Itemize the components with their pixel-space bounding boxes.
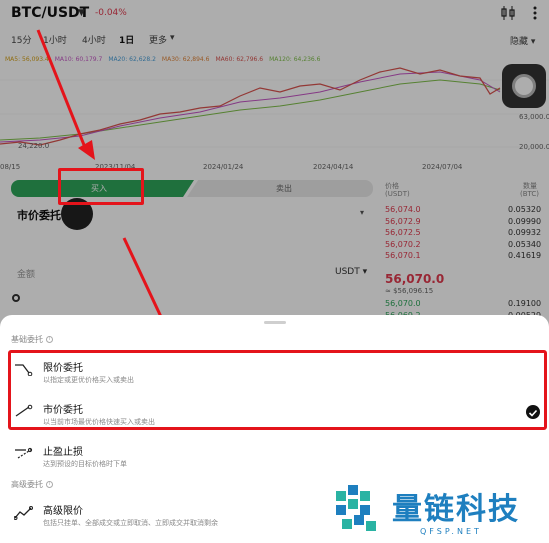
annotation-box-options (8, 350, 547, 430)
watermark-text: 量链科技 (392, 492, 520, 527)
info-icon[interactable]: i (46, 336, 53, 343)
section-title-advanced: 高级委托 i (11, 479, 53, 490)
info-icon[interactable]: i (46, 481, 53, 488)
sheet-handle[interactable] (264, 321, 286, 324)
option-tpsl-title[interactable]: 止盈止损 (43, 443, 83, 458)
advanced-limit-icon (14, 506, 33, 520)
option-advanced-limit-title[interactable]: 高级限价 (43, 502, 83, 517)
option-tpsl-desc: 达到预设的目标价格时下单 (43, 460, 127, 468)
tp-sl-icon (15, 447, 33, 459)
annotation-box-buy (58, 168, 144, 205)
watermark-subtext: QFSP.NET (420, 527, 482, 536)
section-title-basic: 基础委托 i (11, 334, 53, 345)
option-advanced-limit-desc: 包括只挂单、全部成交或立即取消、立即成交并取消剩余 (43, 519, 218, 527)
